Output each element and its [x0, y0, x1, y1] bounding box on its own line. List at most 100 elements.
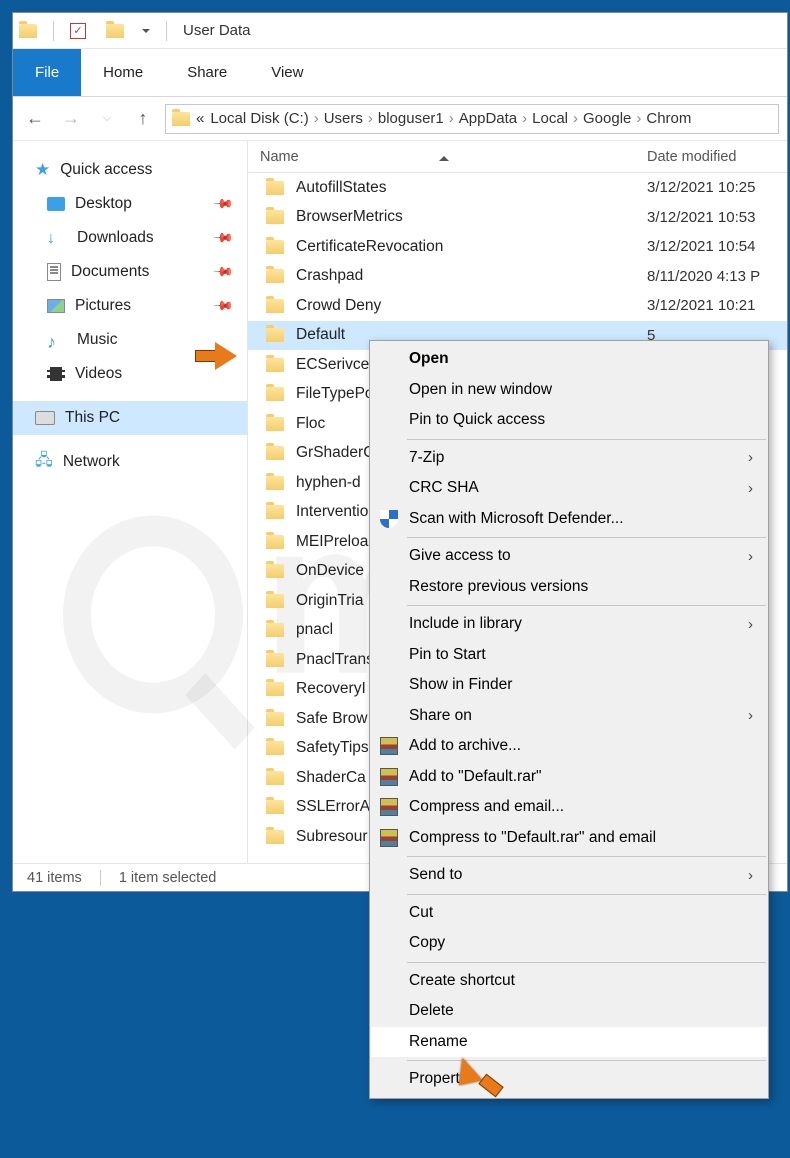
documents-icon	[47, 263, 61, 281]
folder-icon	[266, 741, 284, 755]
folder-icon	[266, 181, 284, 195]
folder-icon	[266, 299, 284, 313]
folder-icon	[266, 387, 284, 401]
videos-icon	[47, 367, 65, 381]
music-icon: ♪	[47, 332, 67, 348]
chevron-right-icon: ›	[748, 548, 753, 565]
sidebar-item-pictures[interactable]: Pictures📌	[13, 289, 247, 323]
folder-icon	[266, 476, 284, 490]
pictures-icon	[47, 299, 65, 313]
context-menu: OpenOpen in new windowPin to Quick acces…	[369, 340, 769, 1099]
folder-icon	[266, 328, 284, 342]
ctx-7-zip[interactable]: 7-Zip›	[371, 443, 767, 474]
ctx-send-to[interactable]: Send to›	[371, 860, 767, 891]
sort-caret-icon	[439, 156, 449, 161]
desktop-icon	[47, 197, 65, 211]
folder-icon	[266, 830, 284, 844]
ctx-include-in-library[interactable]: Include in library›	[371, 609, 767, 640]
pin-icon: 📌	[212, 295, 235, 318]
nav-sidebar: ★ Quick access Desktop📌↓Downloads📌Docume…	[13, 141, 248, 863]
sidebar-item-desktop[interactable]: Desktop📌	[13, 187, 247, 221]
pin-icon: 📌	[212, 261, 235, 284]
folder-icon	[266, 682, 284, 696]
shield-icon	[380, 510, 398, 528]
qat-properties-icon[interactable]: ✓	[70, 23, 86, 39]
ctx-give-access-to[interactable]: Give access to›	[371, 541, 767, 572]
ctx-copy[interactable]: Copy	[371, 928, 767, 959]
titlebar: ✓ User Data	[13, 13, 787, 49]
folder-icon	[266, 564, 284, 578]
folder-row[interactable]: AutofillStates3/12/2021 10:25	[248, 173, 787, 203]
rar-icon	[380, 768, 398, 786]
folder-icon	[266, 269, 284, 283]
ctx-cut[interactable]: Cut	[371, 898, 767, 929]
chevron-right-icon: ›	[748, 867, 753, 884]
thispc-icon	[35, 411, 55, 425]
folder-icon	[266, 535, 284, 549]
folder-icon	[266, 505, 284, 519]
folder-icon	[266, 358, 284, 372]
folder-icon	[266, 800, 284, 814]
sidebar-network[interactable]: 🖧 Network	[13, 445, 247, 479]
ctx-open-in-new-window[interactable]: Open in new window	[371, 375, 767, 406]
ctx-create-shortcut[interactable]: Create shortcut	[371, 966, 767, 997]
sidebar-quick-access[interactable]: ★ Quick access	[13, 153, 247, 187]
rar-icon	[380, 829, 398, 847]
tab-home[interactable]: Home	[81, 49, 165, 96]
tab-view[interactable]: View	[249, 49, 325, 96]
ctx-propert[interactable]: Propert	[371, 1064, 767, 1095]
downloads-icon: ↓	[47, 230, 67, 246]
ctx-delete[interactable]: Delete	[371, 996, 767, 1027]
ctx-compress-and-email[interactable]: Compress and email...	[371, 792, 767, 823]
qat-newfolder-icon[interactable]	[106, 24, 124, 38]
ctx-scan-with-microsoft-defender[interactable]: Scan with Microsoft Defender...	[371, 504, 767, 535]
tab-share[interactable]: Share	[165, 49, 249, 96]
forward-button[interactable]: →	[57, 105, 85, 133]
chevron-right-icon: ›	[748, 707, 753, 724]
status-item-count: 41 items	[27, 870, 82, 886]
pin-icon: 📌	[212, 227, 235, 250]
ctx-open[interactable]: Open	[371, 344, 767, 375]
ctx-add-to-archive[interactable]: Add to archive...	[371, 731, 767, 762]
app-folder-icon	[19, 24, 37, 38]
ctx-restore-previous-versions[interactable]: Restore previous versions	[371, 572, 767, 603]
tab-file[interactable]: File	[13, 49, 81, 96]
addressbar: ← → ⌵ ↑ « Local Disk (C:)› Users› blogus…	[13, 97, 787, 141]
recent-dropdown-icon[interactable]: ⌵	[93, 105, 121, 133]
back-button[interactable]: ←	[21, 105, 49, 133]
folder-icon	[266, 594, 284, 608]
callout-arrow-default	[195, 342, 239, 370]
ctx-pin-to-quick-access[interactable]: Pin to Quick access	[371, 405, 767, 436]
folder-row[interactable]: CertificateRevocation3/12/2021 10:54	[248, 232, 787, 262]
chevron-right-icon: ›	[748, 616, 753, 633]
ctx-add-to-default-rar[interactable]: Add to "Default.rar"	[371, 762, 767, 793]
ctx-rename[interactable]: Rename	[371, 1027, 767, 1058]
window-title: User Data	[183, 22, 251, 39]
folder-row[interactable]: Crashpad8/11/2020 4:13 P	[248, 262, 787, 292]
folder-row[interactable]: Crowd Deny3/12/2021 10:21	[248, 291, 787, 321]
breadcrumb-folder-icon	[172, 112, 190, 126]
ctx-show-in-finder[interactable]: Show in Finder	[371, 670, 767, 701]
rar-icon	[380, 798, 398, 816]
up-button[interactable]: ↑	[129, 105, 157, 133]
breadcrumb[interactable]: « Local Disk (C:)› Users› bloguser1› App…	[165, 104, 779, 134]
folder-icon	[266, 210, 284, 224]
qat-dropdown-icon[interactable]	[142, 29, 150, 33]
chevron-right-icon: ›	[748, 449, 753, 466]
sidebar-this-pc[interactable]: This PC	[13, 401, 247, 435]
sidebar-item-downloads[interactable]: ↓Downloads📌	[13, 221, 247, 255]
star-icon: ★	[35, 160, 50, 180]
chevron-right-icon: ›	[748, 480, 753, 497]
folder-icon	[266, 446, 284, 460]
folder-icon	[266, 712, 284, 726]
sidebar-item-documents[interactable]: Documents📌	[13, 255, 247, 289]
pin-icon: 📌	[212, 193, 235, 216]
ctx-share-on[interactable]: Share on›	[371, 701, 767, 732]
ctx-compress-to-default-rar-and-email[interactable]: Compress to "Default.rar" and email	[371, 823, 767, 854]
column-headers[interactable]: Name Date modified	[248, 141, 787, 173]
status-selected-count: 1 item selected	[119, 870, 217, 886]
folder-icon	[266, 653, 284, 667]
ctx-pin-to-start[interactable]: Pin to Start	[371, 640, 767, 671]
ctx-crc-sha[interactable]: CRC SHA›	[371, 473, 767, 504]
folder-row[interactable]: BrowserMetrics3/12/2021 10:53	[248, 203, 787, 233]
